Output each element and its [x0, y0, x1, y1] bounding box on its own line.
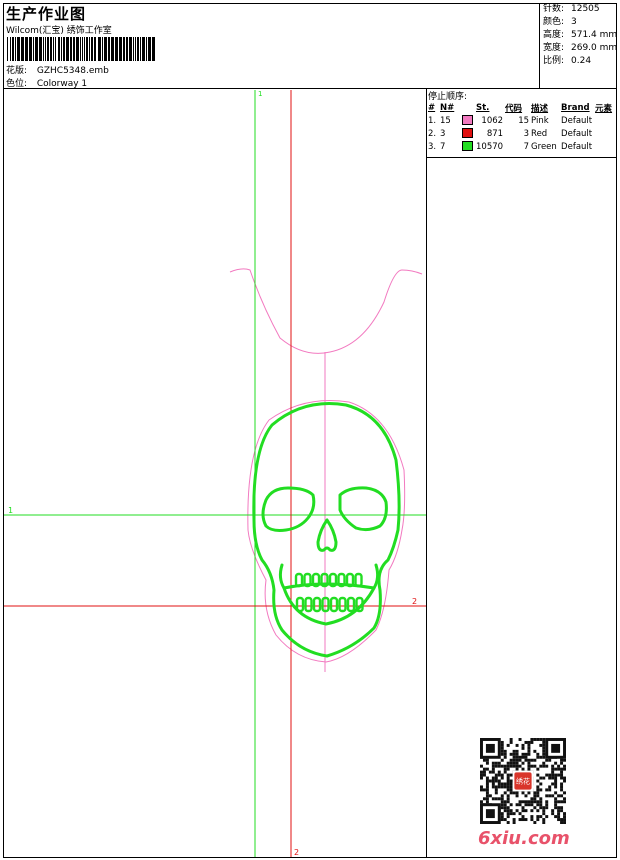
row-index: 1.: [428, 115, 437, 126]
col-code: 代码: [505, 103, 523, 114]
colorway-label: 色位:: [6, 79, 28, 89]
row-swatch: [461, 140, 475, 153]
upper-tooth: [354, 572, 363, 588]
lower-tooth: [346, 596, 356, 613]
row-index: 3.: [428, 141, 437, 152]
stat-colors: 颜色: 3: [543, 17, 577, 27]
design-value: GZHC5348.emb: [36, 66, 109, 76]
row-needle: 3: [440, 128, 446, 139]
color-swatch: [462, 141, 473, 152]
row-swatch: [461, 127, 475, 140]
row-description: Red: [531, 128, 548, 139]
right-eye-socket: [338, 486, 388, 532]
stat-stitches: 针数: 12505: [543, 4, 600, 14]
company-name: Wilcom(汇宝) 绣饰工作室: [6, 26, 112, 36]
row-stitches: 871: [486, 128, 504, 139]
sheet-title: 生产作业图: [6, 5, 87, 23]
lower-tooth: [338, 596, 347, 613]
lower-tooth: [329, 596, 339, 613]
guide-label-red-right: 2: [412, 597, 417, 606]
col-stitches: St.: [476, 102, 490, 113]
row-description: Green: [531, 141, 557, 152]
stat-scale: 比例: 0.24: [543, 56, 592, 66]
stamp-text: 绣花: [516, 777, 530, 786]
row-brand: Default: [561, 141, 593, 152]
stat-height: 高度: 571.4 mm: [543, 30, 618, 40]
row-needle: 15: [440, 115, 451, 126]
table-row: 2. 3 871 3 Red Default: [427, 127, 613, 140]
guide-label-green-top: 1: [258, 90, 262, 98]
color-swatch: [462, 128, 473, 139]
nose-cavity: [316, 518, 338, 552]
row-swatch: [461, 114, 475, 127]
stop-sequence-table: # N# St. 代码 描述 Brand 元素 1. 15 1062 15 Pink De…: [427, 101, 613, 153]
colorway-value: Colorway 1: [36, 79, 88, 89]
table-row: 3. 7 10570 7 Green Default: [427, 140, 613, 153]
design-canvas: 1 1 2 2: [4, 90, 426, 857]
design-label: 花版:: [6, 66, 28, 76]
row-stitches: 1062: [481, 115, 504, 126]
row-stitches: 10570: [476, 141, 504, 152]
col-needle: N#: [440, 102, 455, 113]
stat-width: 宽度: 269.0 mm: [543, 43, 618, 53]
row-index: 2.: [428, 128, 437, 139]
sheet-header: 生产作业图 Wilcom(汇宝) 绣饰工作室 花版: GZHC5348.emb …: [3, 3, 617, 89]
stop-sequence-header: 停止顺序: # N# St. 代码 描述 Brand 元素 1. 15 1062 15…: [427, 89, 617, 158]
colorway-row: 色位: Colorway 1: [6, 76, 87, 89]
col-element: 元素: [595, 103, 613, 114]
lower-tooth: [304, 596, 313, 613]
row-brand: Default: [561, 115, 593, 126]
teeth: [294, 572, 364, 613]
header-info: 生产作业图 Wilcom(汇宝) 绣饰工作室 花版: GZHC5348.emb …: [3, 3, 539, 89]
qr-code-icon: 绣花: [480, 738, 566, 824]
design-row: 花版: GZHC5348.emb: [6, 63, 109, 76]
row-brand: Default: [561, 128, 593, 139]
col-index: #: [428, 102, 436, 113]
collar-outline: [229, 268, 423, 354]
design-stats: 针数: 12505 颜色: 3 高度: 571.4 mm 宽度: 269.0 mm 比例…: [539, 3, 617, 88]
row-description: Pink: [531, 115, 549, 126]
row-code: 3: [523, 128, 530, 139]
col-description: 描述: [531, 103, 549, 114]
guide-label-red-bottom: 2: [294, 848, 299, 857]
table-header-row: # N# St. 代码 描述 Brand 元素: [427, 101, 613, 114]
lower-tooth: [312, 596, 322, 613]
table-row: 1. 15 1062 15 Pink Default: [427, 114, 613, 127]
skull-design: [252, 402, 401, 658]
row-needle: 7: [440, 141, 446, 152]
row-code: 7: [523, 141, 530, 152]
row-code: 15: [518, 115, 530, 126]
col-brand: Brand: [561, 102, 590, 113]
barcode-icon: [7, 37, 155, 61]
guide-label-green-left: 1: [8, 506, 13, 515]
left-eye-socket: [261, 486, 316, 532]
watermark-logo: 6xiu.com: [478, 828, 570, 849]
lower-tooth: [295, 596, 305, 613]
color-swatch: [462, 115, 473, 126]
